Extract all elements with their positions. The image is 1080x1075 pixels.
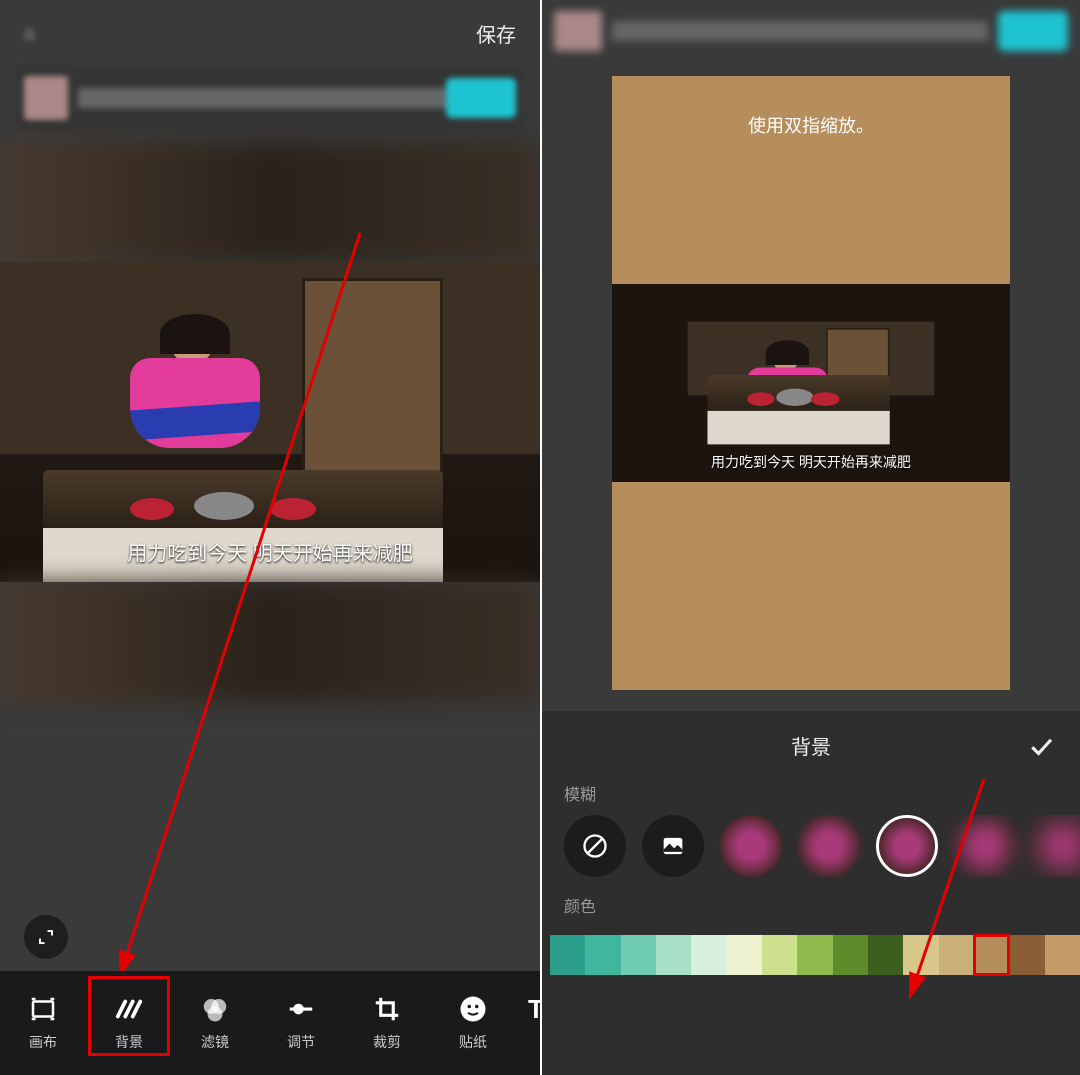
tool-label: 背景 <box>115 1032 143 1052</box>
tool-label: 画布 <box>29 1032 57 1052</box>
canvas-area[interactable]: 用力吃到今天 明天开始再来减肥 <box>0 142 540 702</box>
color-swatch[interactable] <box>656 935 691 975</box>
ad-banner-right[interactable] <box>542 0 1080 62</box>
color-swatch-row <box>542 935 1080 975</box>
expand-button[interactable] <box>24 915 68 959</box>
tool-label: 调节 <box>287 1032 315 1052</box>
background-panel: 背景 模糊 颜色 <box>542 711 1080 1075</box>
right-pane: 使用双指缩放。 用力吃到今天 明天开始再来减肥 背景 <box>542 0 1080 1075</box>
blur-option-b5[interactable] <box>1032 815 1080 877</box>
tool-crop[interactable]: 裁剪 <box>344 994 430 1052</box>
blur-option-b3[interactable] <box>876 815 938 877</box>
tool-bg[interactable]: 背景 <box>86 994 172 1052</box>
color-swatch[interactable] <box>797 935 832 975</box>
save-button[interactable]: 保存 <box>476 19 516 48</box>
tool-label: 裁剪 <box>373 1032 401 1052</box>
blur-option-none[interactable] <box>564 815 626 877</box>
canvas-stage[interactable]: 使用双指缩放。 用力吃到今天 明天开始再来减肥 <box>612 76 1010 690</box>
pinch-hint: 使用双指缩放。 <box>612 112 1010 138</box>
blur-option-gallery[interactable] <box>642 815 704 877</box>
blur-options-row <box>542 815 1080 877</box>
tool-label: 贴纸 <box>459 1032 487 1052</box>
confirm-button[interactable] <box>1024 729 1058 763</box>
blur-option-b1[interactable] <box>720 815 782 877</box>
color-section-label: 颜色 <box>542 877 1080 927</box>
color-swatch[interactable] <box>621 935 656 975</box>
photo-preview[interactable]: 用力吃到今天 明天开始再来减肥 <box>0 262 540 582</box>
photo-subtitle: 用力吃到今天 明天开始再来减肥 <box>0 537 540 566</box>
blur-option-b4[interactable] <box>954 815 1016 877</box>
home-icon[interactable]: ⌂ <box>24 23 35 44</box>
tool-text[interactable]: T文 <box>516 994 542 1052</box>
color-swatch[interactable] <box>833 935 868 975</box>
color-swatch[interactable] <box>903 935 938 975</box>
blur-option-b2[interactable] <box>798 815 860 877</box>
color-swatch[interactable] <box>868 935 903 975</box>
tool-filter[interactable]: 滤镜 <box>172 994 258 1052</box>
color-swatch[interactable] <box>974 935 1009 975</box>
photo-subtitle-right: 用力吃到今天 明天开始再来减肥 <box>612 452 1010 472</box>
left-pane: ⌂ 保存 用力吃到今天 明天开始再来减肥 <box>0 0 542 1075</box>
tool-label: 滤镜 <box>201 1032 229 1052</box>
tool-sticker[interactable]: 贴纸 <box>430 994 516 1052</box>
color-swatch[interactable] <box>1009 935 1044 975</box>
color-swatch[interactable] <box>727 935 762 975</box>
blur-section-label: 模糊 <box>542 765 1080 815</box>
color-swatch[interactable] <box>1045 935 1080 975</box>
photo-preview-right[interactable]: 用力吃到今天 明天开始再来减肥 <box>612 284 1010 482</box>
ad-banner-left[interactable] <box>16 66 524 130</box>
color-swatch[interactable] <box>762 935 797 975</box>
bottom-toolbar: 画布 背景 滤镜 调节 裁剪 贴纸 T文 <box>0 971 540 1075</box>
color-swatch[interactable] <box>585 935 620 975</box>
panel-title: 背景 <box>791 731 831 760</box>
color-swatch[interactable] <box>691 935 726 975</box>
color-swatch[interactable] <box>939 935 974 975</box>
color-swatch[interactable] <box>550 935 585 975</box>
tool-adjust[interactable]: 调节 <box>258 994 344 1052</box>
tool-canvas[interactable]: 画布 <box>0 994 86 1052</box>
